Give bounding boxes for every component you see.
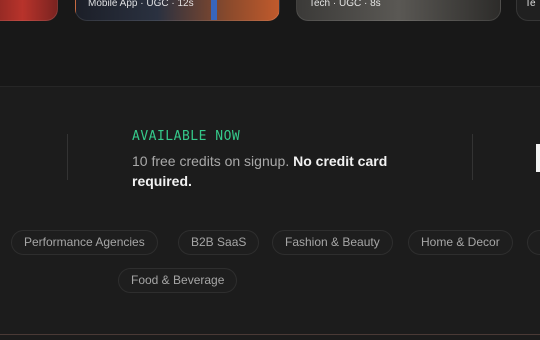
video-card[interactable] xyxy=(0,0,58,21)
section-divider xyxy=(472,134,473,180)
footer-border xyxy=(0,334,540,335)
industry-chip-fashion-beauty[interactable]: Fashion & Beauty xyxy=(272,230,393,255)
section-divider xyxy=(67,134,68,180)
industry-chip-home-decor[interactable]: Home & Decor xyxy=(408,230,513,255)
industry-chip-b2b-saas[interactable]: B2B SaaS xyxy=(178,230,260,255)
video-card[interactable]: Te xyxy=(516,0,540,21)
industry-chip-partial[interactable] xyxy=(527,230,540,255)
video-card[interactable]: Mobile App · UGC · 12s xyxy=(75,0,280,21)
industry-chip-food-beverage[interactable]: Food & Beverage xyxy=(118,268,238,293)
page: Mobile App · UGC · 12s Tech · UGC · 8s T… xyxy=(0,0,540,340)
video-card-caption: Te xyxy=(525,0,536,9)
industry-chip-performance-agencies[interactable]: Performance Agencies xyxy=(11,230,158,255)
availability-eyebrow: AVAILABLE NOW xyxy=(132,129,241,144)
video-card[interactable]: Tech · UGC · 8s xyxy=(296,0,501,21)
signup-offer: 10 free credits on signup. No credit car… xyxy=(132,151,422,191)
signup-offer-text: 10 free credits on signup. xyxy=(132,153,290,169)
video-carousel: Mobile App · UGC · 12s Tech · UGC · 8s T… xyxy=(0,0,540,87)
video-card-caption: Mobile App · UGC · 12s xyxy=(88,0,194,9)
video-thumbnail-detail xyxy=(211,0,217,20)
cta-edge xyxy=(536,144,540,172)
video-card-caption: Tech · UGC · 8s xyxy=(309,0,381,9)
